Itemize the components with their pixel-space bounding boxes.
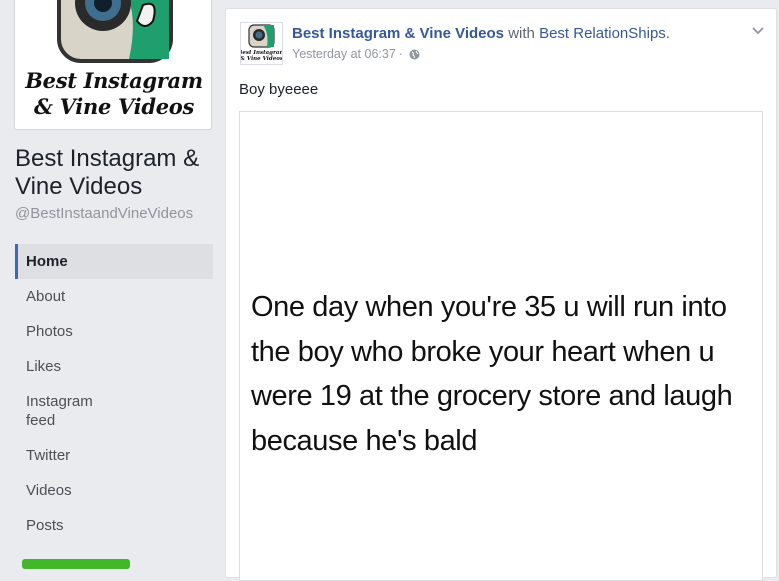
chevron-down-icon[interactable] [751,23,765,35]
logo-text-line1: Best Instagram [25,68,203,93]
post-author-link[interactable]: Best Instagram & Vine Videos [292,25,504,42]
svg-text:& Vine Videos: & Vine Videos [241,56,282,62]
nav-item-posts[interactable]: Posts [15,508,213,543]
feed-post: Best Instagram & Vine Videos Best Instag… [225,8,777,581]
nav-item-instagram-feed[interactable]: Instagram feed [15,384,135,438]
post-timestamp[interactable]: Yesterday at 06:37 [292,47,396,61]
page-username[interactable]: @BestInstaandVineVideos [15,205,193,222]
post-text: Boy byeeee [239,81,319,98]
post-header: Best Instagram & Vine Videos with Best R… [292,25,670,42]
logo-text-line2: & Vine Videos [34,94,194,119]
instagram-logo-icon [41,0,189,65]
tagged-page-link[interactable]: Best RelationShips. [539,25,670,42]
page-navigation: Home About Photos Likes Instagram feed T… [15,244,213,543]
post-author-avatar[interactable]: Best Instagram & Vine Videos [240,22,283,65]
page-profile-picture[interactable]: Best Instagram & Vine Videos [14,0,212,130]
nav-item-twitter[interactable]: Twitter [15,438,213,473]
profile-picture-image: Best Instagram & Vine Videos [21,0,207,125]
author-avatar-image: Best Instagram & Vine Videos [241,24,282,62]
nav-item-videos[interactable]: Videos [15,473,213,508]
post-image[interactable]: One day when you're 35 u will run into t… [239,111,763,581]
nav-item-home[interactable]: Home [15,244,213,279]
like-page-button[interactable] [22,559,130,569]
meta-separator: · [398,47,403,61]
nav-item-photos[interactable]: Photos [15,314,213,349]
with-label: with [508,25,535,42]
page-title[interactable]: Best Instagram & Vine Videos [15,145,220,201]
nav-item-likes[interactable]: Likes [15,349,213,384]
post-image-caption: One day when you're 35 u will run into t… [251,291,733,457]
nav-item-about[interactable]: About [15,279,213,314]
globe-icon[interactable] [409,49,420,60]
post-meta: Yesterday at 06:37 · [292,47,420,61]
